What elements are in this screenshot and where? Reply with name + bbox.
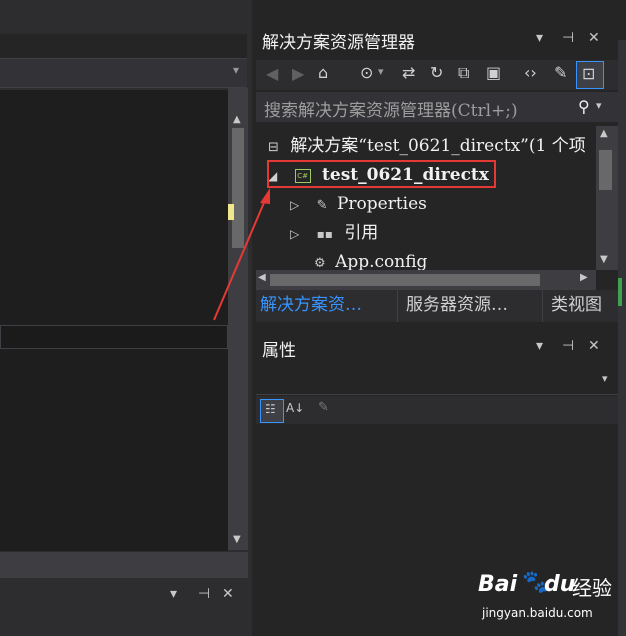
annotation-arrow-line xyxy=(213,197,267,321)
baidu-watermark: Bai 🐾 du 经验 jingyan.baidu.com xyxy=(474,566,614,626)
watermark-sub: 经验 xyxy=(572,576,612,600)
annotation-arrow-head xyxy=(260,188,270,204)
watermark-brand-2: du xyxy=(544,572,576,597)
annotation-arrow xyxy=(213,188,270,321)
watermark-brand: Bai xyxy=(478,572,518,597)
watermark-url: jingyan.baidu.com xyxy=(482,606,593,620)
